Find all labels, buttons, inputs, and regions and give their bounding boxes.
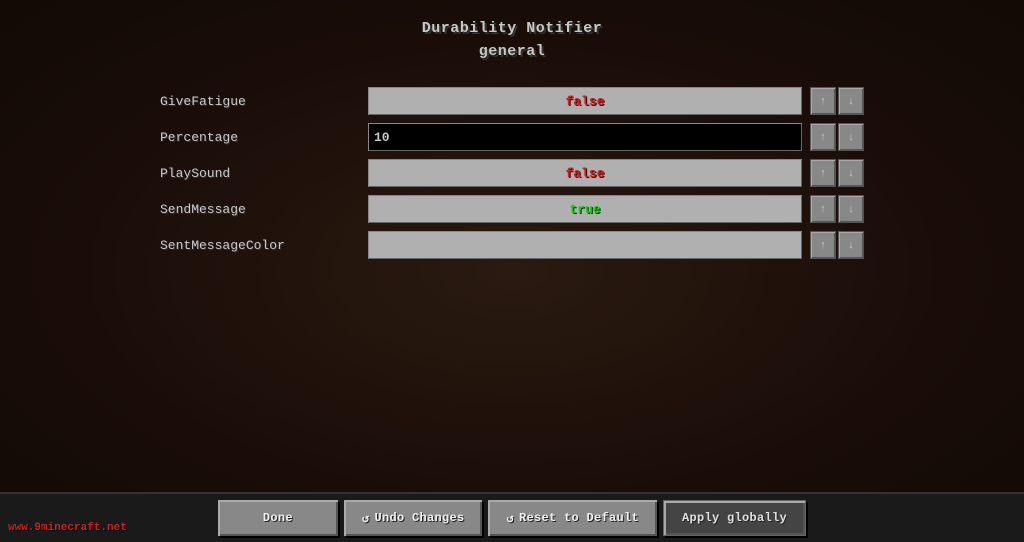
apply-globally-button[interactable]: Apply globally bbox=[663, 500, 806, 536]
done-button[interactable]: Done bbox=[218, 500, 338, 536]
setting-next-sentmessagecolor[interactable]: ↓ bbox=[838, 231, 864, 259]
setting-label-percentage: Percentage bbox=[160, 130, 360, 145]
setting-row-sendmessage: SendMessage true ↑ ↓ bbox=[160, 191, 864, 227]
settings-area: GiveFatigue false ↑ ↓ Percentage 10 ↑ ↓ … bbox=[0, 73, 1024, 492]
setting-row-givefatigue: GiveFatigue false ↑ ↓ bbox=[160, 83, 864, 119]
undo-button[interactable]: ↺ Undo Changes bbox=[344, 500, 483, 536]
setting-prev-percentage[interactable]: ↑ bbox=[810, 123, 836, 151]
page-title: Durability Notifier bbox=[0, 18, 1024, 41]
value-true-sendmessage: true bbox=[569, 202, 600, 217]
setting-next-sendmessage[interactable]: ↓ bbox=[838, 195, 864, 223]
setting-label-playsound: PlaySound bbox=[160, 166, 360, 181]
page-header: Durability Notifier general bbox=[0, 0, 1024, 73]
value-empty-sentmessagecolor bbox=[581, 238, 589, 253]
value-false-playsound: false bbox=[565, 166, 604, 181]
setting-row-sentmessagecolor: SentMessageColor ↑ ↓ bbox=[160, 227, 864, 263]
setting-value-playsound[interactable]: false bbox=[368, 159, 802, 187]
undo-icon: ↺ bbox=[362, 511, 370, 526]
done-label: Done bbox=[263, 511, 293, 525]
footer: Done ↺ Undo Changes ↺ Reset to Default A… bbox=[0, 492, 1024, 542]
page-subtitle: general bbox=[0, 41, 1024, 64]
value-percentage: 10 bbox=[374, 130, 390, 145]
setting-btns-percentage: ↑ ↓ bbox=[810, 123, 864, 151]
undo-label: Undo Changes bbox=[374, 511, 464, 525]
setting-prev-givefatigue[interactable]: ↑ bbox=[810, 87, 836, 115]
setting-next-givefatigue[interactable]: ↓ bbox=[838, 87, 864, 115]
setting-value-givefatigue[interactable]: false bbox=[368, 87, 802, 115]
watermark-text: www.9minecraft.net bbox=[8, 522, 127, 534]
setting-next-playsound[interactable]: ↓ bbox=[838, 159, 864, 187]
value-false-givefatigue: false bbox=[565, 94, 604, 109]
watermark: www.9minecraft.net bbox=[8, 522, 127, 534]
setting-btns-givefatigue: ↑ ↓ bbox=[810, 87, 864, 115]
reset-icon: ↺ bbox=[506, 511, 514, 526]
setting-label-sentmessagecolor: SentMessageColor bbox=[160, 238, 360, 253]
setting-btns-sentmessagecolor: ↑ ↓ bbox=[810, 231, 864, 259]
setting-btns-playsound: ↑ ↓ bbox=[810, 159, 864, 187]
setting-prev-sentmessagecolor[interactable]: ↑ bbox=[810, 231, 836, 259]
reset-label: Reset to Default bbox=[519, 511, 639, 525]
setting-prev-playsound[interactable]: ↑ bbox=[810, 159, 836, 187]
setting-btns-sendmessage: ↑ ↓ bbox=[810, 195, 864, 223]
setting-row-percentage: Percentage 10 ↑ ↓ bbox=[160, 119, 864, 155]
setting-row-playsound: PlaySound false ↑ ↓ bbox=[160, 155, 864, 191]
setting-value-sendmessage[interactable]: true bbox=[368, 195, 802, 223]
apply-label: Apply globally bbox=[682, 511, 787, 525]
setting-value-percentage[interactable]: 10 bbox=[368, 123, 802, 151]
setting-next-percentage[interactable]: ↓ bbox=[838, 123, 864, 151]
setting-label-sendmessage: SendMessage bbox=[160, 202, 360, 217]
setting-prev-sendmessage[interactable]: ↑ bbox=[810, 195, 836, 223]
setting-label-givefatigue: GiveFatigue bbox=[160, 94, 360, 109]
reset-button[interactable]: ↺ Reset to Default bbox=[488, 500, 657, 536]
setting-value-sentmessagecolor[interactable] bbox=[368, 231, 802, 259]
